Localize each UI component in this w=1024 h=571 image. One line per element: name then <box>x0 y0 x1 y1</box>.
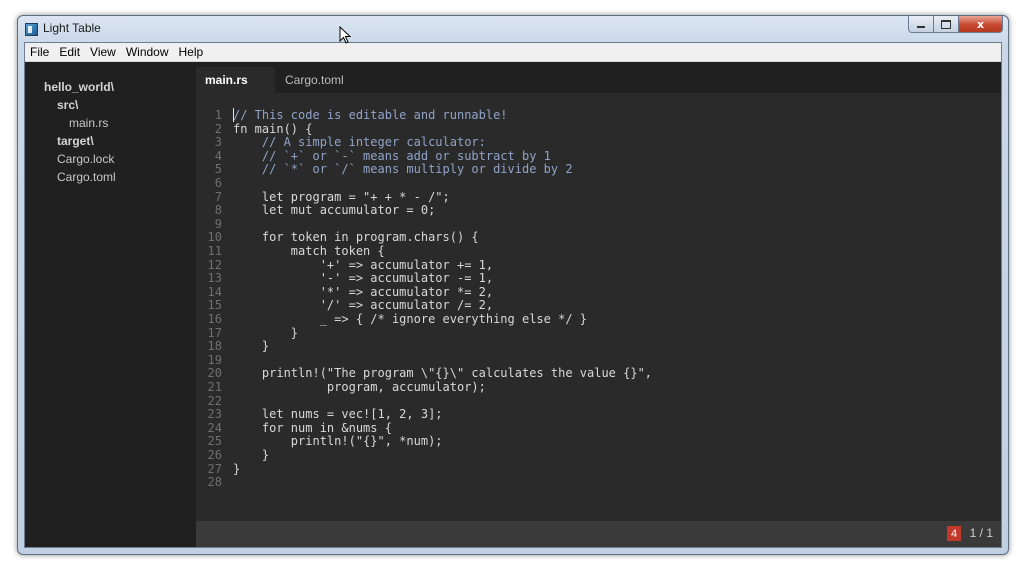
line-source: '/' => accumulator /= 2, <box>233 298 494 313</box>
search-position-indicator: 1 / 1 <box>969 526 993 540</box>
line-source: } <box>233 339 270 354</box>
menu-file[interactable]: File <box>25 45 54 59</box>
line-number: 14 <box>207 284 222 299</box>
maximize-button[interactable] <box>934 16 959 33</box>
editor-area: main.rs Cargo.toml 1 // This code is edit… <box>196 62 1001 547</box>
line-number: 1 <box>214 108 222 122</box>
line-number: 7 <box>214 189 222 204</box>
line-number: 19 <box>207 352 222 367</box>
line-number: 12 <box>207 257 222 272</box>
line-source: '+' => accumulator += 1, <box>233 257 494 272</box>
tab-bar: main.rs Cargo.toml <box>196 62 1001 93</box>
title-bar[interactable]: Light Table x <box>18 16 1008 42</box>
close-icon: x <box>976 17 985 31</box>
tab-main-rs[interactable]: main.rs <box>196 67 275 93</box>
line-source: } <box>233 325 299 340</box>
line-number: 28 <box>207 475 222 490</box>
line-number: 13 <box>207 271 222 286</box>
menu-window[interactable]: Window <box>121 45 174 59</box>
line-number: 5 <box>214 162 222 177</box>
tab-label: main.rs <box>205 73 248 87</box>
tree-file-main-rs[interactable]: main.rs <box>69 116 108 130</box>
tree-folder-hello-world[interactable]: hello_world\ <box>44 80 114 94</box>
line-source: println!("{}", *num); <box>233 434 443 449</box>
line-number: 11 <box>207 244 222 258</box>
line-source: } <box>233 448 270 462</box>
line-number: 20 <box>207 366 222 381</box>
line-number: 9 <box>214 216 222 231</box>
window-title: Light Table <box>43 21 101 35</box>
minimize-icon <box>917 25 925 28</box>
tree-folder-target[interactable]: target\ <box>57 134 94 148</box>
line-source: match token { <box>233 244 385 258</box>
error-count-badge[interactable]: 4 <box>947 526 961 541</box>
line-number: 25 <box>207 434 222 449</box>
line-number: 2 <box>214 121 222 136</box>
line-number: 6 <box>214 176 222 190</box>
line-source: for num in &nums { <box>233 420 392 435</box>
menu-view[interactable]: View <box>85 45 121 59</box>
status-bar: 4 1 / 1 <box>196 521 1001 547</box>
line-number: 4 <box>214 148 222 163</box>
line-source: // `*` or `/` means multiply or divide b… <box>233 162 573 177</box>
line-source: fn main() { <box>233 121 313 136</box>
menu-edit[interactable]: Edit <box>54 45 85 59</box>
line-source: program, accumulator); <box>233 380 486 394</box>
line-number: 23 <box>207 407 222 422</box>
line-number: 8 <box>214 203 222 218</box>
line-source: '*' => accumulator *= 2, <box>233 284 494 299</box>
caption-buttons: x <box>908 16 1003 34</box>
line-number: 22 <box>207 393 222 408</box>
line-number: 16 <box>207 312 222 326</box>
line-source: _ => { /* ignore everything else */ } <box>233 312 588 326</box>
line-source: // `+` or `-` means add or subtract by 1 <box>233 148 551 163</box>
line-source: println!("The program \"{}\" calculates … <box>233 366 653 381</box>
line-source: let mut accumulator = 0; <box>233 203 436 218</box>
line-number: 17 <box>207 325 222 340</box>
light-table-icon <box>25 23 38 36</box>
tab-cargo-toml[interactable]: Cargo.toml <box>275 67 365 93</box>
code-editor[interactable]: 1 // This code is editable and runnable! 2… <box>196 93 1001 519</box>
menu-help[interactable]: Help <box>174 45 209 59</box>
line-source: // This code is editable and runnable! <box>233 108 508 122</box>
workspace-tree: hello_world\ src\ main.rs target\ Cargo.… <box>25 62 195 547</box>
line-source: // A simple integer calculator: <box>233 135 486 150</box>
line-number: 3 <box>214 135 222 150</box>
tree-file-cargo-toml[interactable]: Cargo.toml <box>57 170 116 184</box>
maximize-icon <box>941 19 951 29</box>
line-number: 21 <box>207 380 222 394</box>
line-source: for token in program.chars() { <box>233 230 479 245</box>
line-number: 18 <box>207 339 222 354</box>
line-source: let nums = vec![1, 2, 3]; <box>233 407 443 422</box>
minimize-button[interactable] <box>908 16 934 33</box>
close-button[interactable]: x <box>959 16 1003 33</box>
line-number: 24 <box>207 420 222 435</box>
line-source: '-' => accumulator -= 1, <box>233 271 494 286</box>
app-window: Light Table x File Edit View Window Help… <box>17 15 1009 555</box>
client-area: File Edit View Window Help hello_world\ … <box>24 42 1002 548</box>
line-number: 10 <box>207 230 222 245</box>
menu-bar: File Edit View Window Help <box>25 43 1001 62</box>
line-number: 15 <box>207 298 222 313</box>
tree-folder-src[interactable]: src\ <box>57 98 78 112</box>
line-number: 26 <box>207 448 222 462</box>
line-source: let program = "+ + * - /"; <box>233 189 450 204</box>
line-number: 27 <box>207 461 222 476</box>
tree-file-cargo-lock[interactable]: Cargo.lock <box>57 152 114 166</box>
tab-label: Cargo.toml <box>285 73 344 87</box>
mouse-pointer-icon <box>339 26 351 44</box>
line-source: } <box>233 461 241 476</box>
